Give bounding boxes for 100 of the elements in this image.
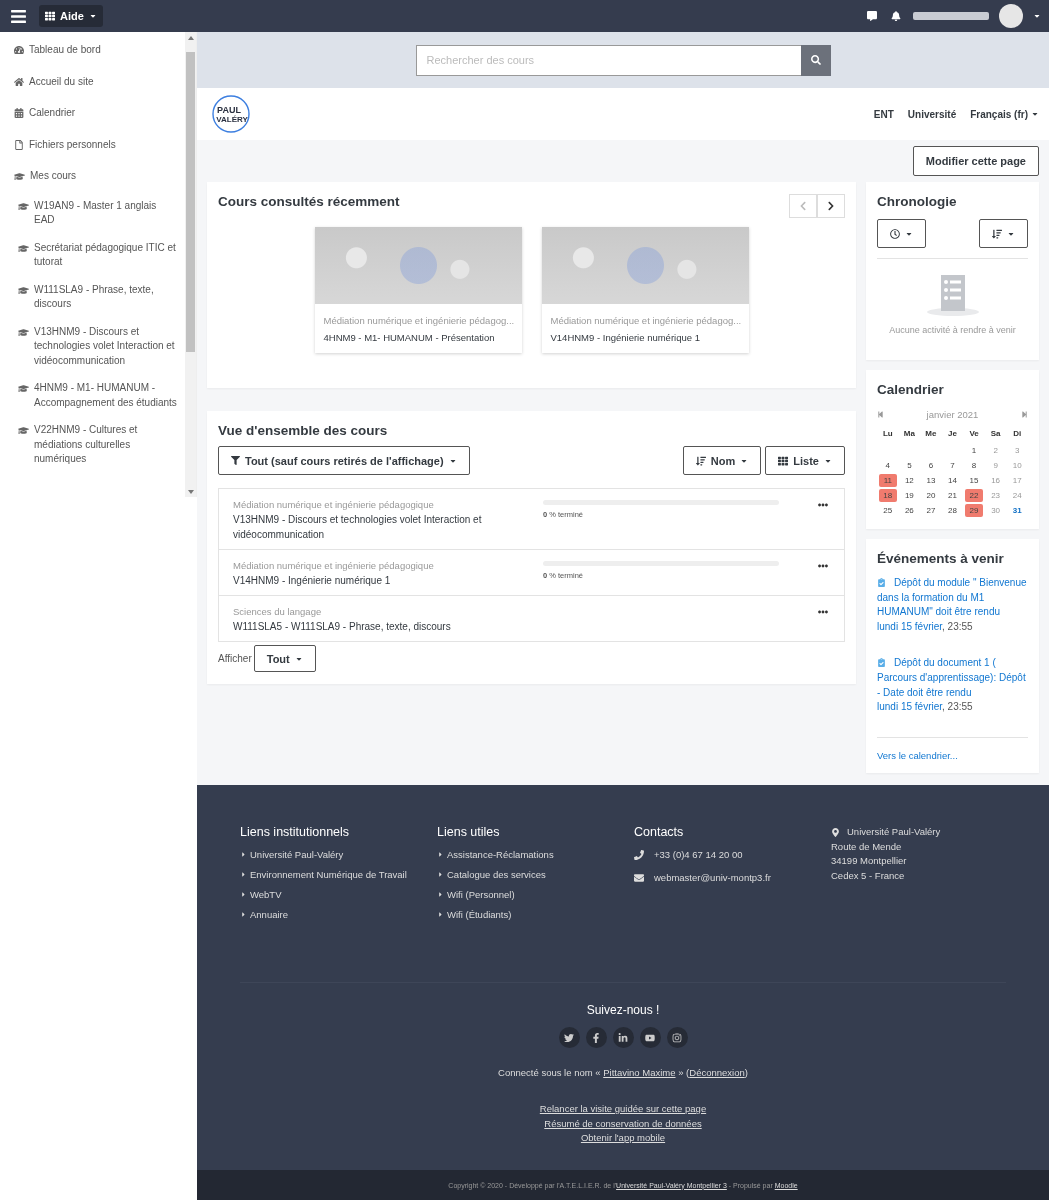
- calendar-day[interactable]: 14: [943, 474, 962, 487]
- footer-link[interactable]: Obtenir l'app mobile: [580, 1131, 666, 1146]
- bell-icon: [891, 11, 901, 21]
- sidebar-item[interactable]: Accueil du site: [0, 66, 185, 98]
- calendar-day[interactable]: 31: [1008, 504, 1026, 517]
- sort-button[interactable]: [979, 219, 1028, 248]
- footer-link[interactable]: WebTV: [240, 889, 437, 900]
- footer-link[interactable]: Wifi (Personnel): [437, 889, 634, 900]
- footer-link[interactable]: Université Paul-Valéry: [240, 849, 437, 860]
- facebook-icon: [591, 1032, 601, 1043]
- help-menu-button[interactable]: Aide: [39, 5, 103, 27]
- filter-icon: [231, 456, 240, 465]
- social-button[interactable]: [612, 1027, 634, 1048]
- calendar-day[interactable]: 22: [965, 489, 983, 502]
- avatar[interactable]: [999, 4, 1023, 28]
- empty-message: Aucune activité à rendre à venir: [889, 325, 1016, 335]
- calendar-day[interactable]: 1: [965, 444, 983, 457]
- header-link[interactable]: Université: [907, 108, 957, 120]
- calendar-day[interactable]: 18: [879, 489, 897, 502]
- calendar-day[interactable]: 12: [900, 474, 919, 487]
- next-month-icon[interactable]: [1021, 411, 1028, 418]
- social-button[interactable]: [585, 1027, 607, 1048]
- search-button[interactable]: [800, 44, 831, 76]
- footer-link[interactable]: Wifi (Étudiants): [437, 909, 634, 920]
- map-marker-icon: [831, 827, 840, 837]
- link[interactable]: Pittavino Maxime: [603, 1067, 676, 1078]
- edit-page-button[interactable]: Modifier cette page: [912, 146, 1039, 176]
- show-dropdown[interactable]: Tout: [253, 645, 316, 672]
- course-category: Médiation numérique et ingénierie pédagog...: [323, 314, 513, 328]
- contact-item: webmaster@univ-montp3.fr: [634, 872, 831, 883]
- calendar-day[interactable]: 20: [922, 489, 940, 502]
- calendar-day[interactable]: 21: [943, 489, 962, 502]
- sidebar-item[interactable]: Fichiers personnels: [0, 129, 185, 161]
- graduation-cap-icon: [14, 171, 25, 182]
- header-link[interactable]: ENT: [873, 108, 894, 120]
- sidebar-item[interactable]: W19AN9 - Master 1 anglais EAD: [0, 192, 185, 235]
- course-card[interactable]: Médiation numérique et ingénierie pédagog... V14HNM9 - Ingénierie numérique 1: [541, 227, 749, 353]
- calendar-link[interactable]: Vers le calendrier...: [877, 736, 1028, 761]
- caret-right-icon: [240, 911, 247, 918]
- calendar-day[interactable]: 28: [943, 504, 962, 517]
- footer-link[interactable]: Catalogue des services: [437, 869, 634, 880]
- social-button[interactable]: [558, 1027, 580, 1048]
- course-card[interactable]: Médiation numérique et ingénierie pédagog... 4HNM9 - M1- HUMANUM - Présentation: [314, 227, 522, 353]
- calendar-day[interactable]: 8: [965, 459, 983, 472]
- sidebar-item[interactable]: Secrétariat pédagogique ITIC et tutorat: [0, 234, 185, 277]
- next-button[interactable]: [817, 194, 845, 218]
- event-date[interactable]: lundi 15 février: [877, 701, 943, 713]
- calendar-day[interactable]: 27: [922, 504, 940, 517]
- course-name[interactable]: W111SLA5 - W111SLA9 - Phrase, texte, discours: [233, 619, 543, 634]
- footer-link[interactable]: Assistance-Réclamations: [437, 849, 634, 860]
- messages-button[interactable]: [865, 9, 879, 23]
- weekday-label: Lu: [881, 429, 894, 440]
- weekday-label: Je: [947, 429, 958, 440]
- calendar-day[interactable]: 15: [965, 474, 983, 487]
- scrollbar[interactable]: [185, 32, 196, 497]
- calendar-day[interactable]: 6: [922, 459, 940, 472]
- sort-dropdown[interactable]: Nom: [682, 446, 762, 475]
- footer-link[interactable]: Relancer la visite guidée sur cette page: [539, 1102, 707, 1116]
- course-name[interactable]: 4HNM9 - M1- HUMANUM - Présentation: [323, 330, 513, 345]
- calendar-day[interactable]: 11: [879, 474, 897, 487]
- filter-dropdown[interactable]: Tout (sauf cours retirés de l'affichage): [218, 446, 470, 475]
- header-link[interactable]: Français (fr): [970, 108, 1039, 120]
- sidebar-item[interactable]: W111SLA9 - Phrase, texte, discours: [0, 276, 185, 319]
- calendar-day[interactable]: 19: [900, 489, 919, 502]
- previous-month-icon[interactable]: [877, 411, 884, 418]
- caret-right-icon: [240, 851, 247, 858]
- calendar-day[interactable]: 7: [943, 459, 962, 472]
- view-dropdown[interactable]: Liste: [765, 446, 845, 475]
- sidebar-item[interactable]: Calendrier: [0, 98, 185, 130]
- sidebar-item[interactable]: V13HNM9 - Discours et technologies volet Interaction et vidéocommunication: [0, 318, 185, 375]
- envelope-icon: [634, 872, 644, 883]
- social-button[interactable]: [666, 1027, 688, 1048]
- link[interactable]: Déconnexion: [689, 1067, 745, 1078]
- caret-icon[interactable]: [1033, 12, 1041, 20]
- course-name[interactable]: V14HNM9 - Ingénierie numérique 1: [550, 330, 740, 345]
- calendar-day[interactable]: 13: [922, 474, 940, 487]
- calendar-day[interactable]: 4: [879, 459, 897, 472]
- footer-link[interactable]: Résumé de conservation de données: [544, 1116, 702, 1131]
- sidebar-item[interactable]: Mes cours: [0, 161, 185, 193]
- caret-icon: [88, 12, 97, 20]
- calendar-day[interactable]: 26: [900, 504, 919, 517]
- follow-heading: Suivez-nous !: [585, 1003, 661, 1017]
- sidebar-item[interactable]: Tableau de bord: [0, 35, 185, 67]
- search-icon: [810, 55, 821, 65]
- sidebar-item[interactable]: V22HNM9 - Cultures et médiations culturelles numériques: [0, 417, 185, 474]
- search-field[interactable]: Rechercher des cours: [415, 44, 801, 76]
- footer-link[interactable]: Annuaire: [240, 909, 437, 920]
- course-name[interactable]: V14HNM9 - Ingénierie numérique 1: [233, 573, 543, 588]
- calendar-day[interactable]: 5: [900, 459, 919, 472]
- time-filter-button[interactable]: [877, 219, 926, 248]
- footer-link[interactable]: Environnement Numérique de Travail: [240, 869, 437, 880]
- social-button[interactable]: [639, 1027, 661, 1048]
- course-name[interactable]: V13HNM9 - Discours et technologies volet Interaction et vidéocommunication: [233, 512, 543, 542]
- chevron-right-icon: [826, 201, 836, 211]
- weekday-label: Sa: [989, 429, 1002, 440]
- calendar-day[interactable]: 29: [965, 504, 983, 517]
- calendar-day[interactable]: 25: [879, 504, 897, 517]
- event-date[interactable]: lundi 15 février: [877, 620, 943, 632]
- sidebar-item[interactable]: 4HNM9 - M1- HUMANUM - Accompagnement des étudiants: [0, 375, 185, 417]
- notifications-button[interactable]: [889, 9, 903, 23]
